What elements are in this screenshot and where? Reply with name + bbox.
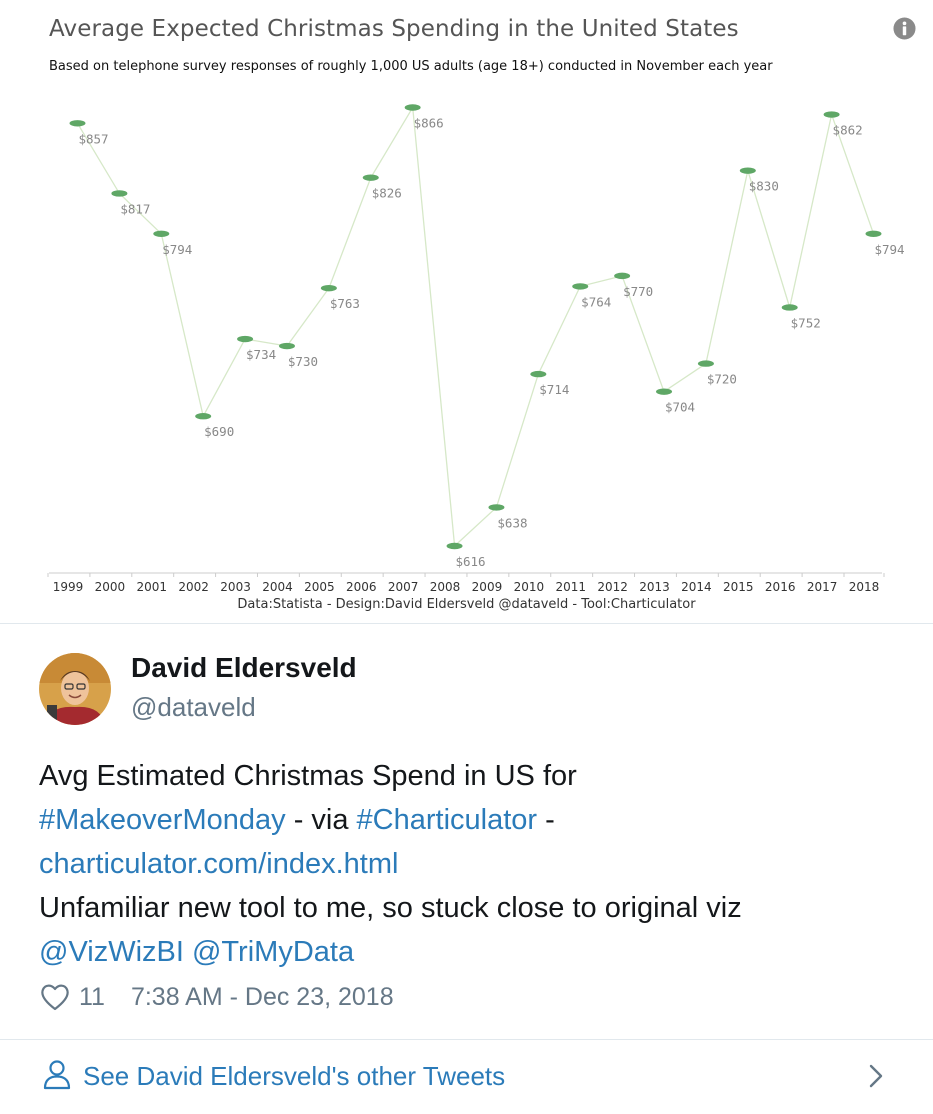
data-point <box>656 388 673 395</box>
author-handle[interactable]: @dataveld <box>131 692 256 723</box>
x-tick-label: 2005 <box>304 580 335 594</box>
x-tick-label: 2018 <box>849 580 880 594</box>
tweet-text-dash: - <box>537 804 555 836</box>
x-tick-label: 2012 <box>597 580 628 594</box>
x-tick-label: 2002 <box>178 580 209 594</box>
data-point <box>195 413 212 420</box>
data-point <box>865 230 882 237</box>
data-label: $720 <box>707 372 737 387</box>
data-point <box>446 542 463 550</box>
data-label: $638 <box>497 515 527 530</box>
x-tick-label: 2004 <box>262 580 293 594</box>
tweet-text-via: - via <box>285 804 357 836</box>
data-label: $763 <box>330 296 360 311</box>
data-point <box>362 174 379 181</box>
divider <box>0 623 933 624</box>
tweet-line: Unfamiliar new tool to me, so stuck clos… <box>39 886 919 930</box>
data-label: $704 <box>665 400 695 415</box>
tweet-url-link[interactable]: charticulator.com/index.html <box>39 848 398 880</box>
data-label: $830 <box>749 179 779 194</box>
x-tick-label: 2001 <box>137 580 168 594</box>
x-tick-label: 2010 <box>514 580 545 594</box>
x-tick-label: 2006 <box>346 580 377 594</box>
data-point <box>823 111 840 118</box>
tweet-line: charticulator.com/index.html <box>39 842 919 886</box>
author-name[interactable]: David Eldersveld <box>131 652 357 684</box>
tweet-meta: 11 7:38 AM - Dec 23, 2018 <box>39 980 394 1014</box>
x-tick-label: 2011 <box>555 580 586 594</box>
x-tick-label: 1999 <box>53 580 84 594</box>
see-other-tweets-label[interactable]: See David Eldersveld's other Tweets <box>83 1061 505 1092</box>
tweet-line: Avg Estimated Christmas Spend in US for <box>39 754 919 798</box>
x-tick-label: 2016 <box>765 580 796 594</box>
avatar[interactable] <box>39 653 111 725</box>
heart-icon[interactable] <box>39 982 71 1012</box>
data-label: $794 <box>874 242 904 257</box>
data-label: $794 <box>162 242 192 257</box>
tweet-line: #MakeoverMonday - via #Charticulator - <box>39 798 919 842</box>
data-label: $616 <box>455 554 485 569</box>
x-tick-label: 2009 <box>472 580 503 594</box>
tweet-line: @VizWizBI @TriMyData <box>39 930 919 974</box>
x-tick-label: 2003 <box>220 580 251 594</box>
tweet-text: Avg Estimated Christmas Spend in US for … <box>39 754 919 974</box>
data-label: $734 <box>246 347 276 362</box>
chart-credit: Data:Statista - Design:David Eldersveld … <box>237 597 696 612</box>
data-label: $770 <box>623 284 653 299</box>
data-point <box>153 230 170 237</box>
data-point <box>404 104 421 111</box>
data-label: $714 <box>539 382 569 397</box>
data-point <box>572 283 589 290</box>
hashtag-makeovermonday[interactable]: #MakeoverMonday <box>39 804 286 836</box>
x-tick-label: 2017 <box>807 580 838 594</box>
data-label: $690 <box>204 424 234 439</box>
x-tick-label: 2013 <box>639 580 670 594</box>
data-point <box>237 335 254 343</box>
data-label: $730 <box>288 354 318 369</box>
x-tick-label: 2015 <box>723 580 754 594</box>
x-tick-label: 2008 <box>430 580 461 594</box>
series-line <box>76 105 875 548</box>
timestamp[interactable]: 7:38 AM - Dec 23, 2018 <box>131 983 394 1012</box>
tweet-text-line: Avg Estimated Christmas Spend in US for <box>39 760 577 792</box>
data-point <box>69 120 86 127</box>
data-point <box>739 167 756 174</box>
data-point <box>697 360 714 367</box>
x-tick-label: 2014 <box>681 580 712 594</box>
x-tick-label: 2000 <box>95 580 126 594</box>
hashtag-charticulator[interactable]: #Charticulator <box>357 804 538 836</box>
x-tick-label: 2007 <box>388 580 419 594</box>
data-label: $866 <box>414 116 444 131</box>
chart-title: Average Expected Christmas Spending in t… <box>49 16 739 42</box>
tweet-text-line: Unfamiliar new tool to me, so stuck clos… <box>39 892 742 924</box>
data-point <box>111 190 128 197</box>
data-point <box>781 304 798 311</box>
data-point <box>320 284 337 292</box>
data-label: $857 <box>78 131 108 146</box>
data-label: $826 <box>372 186 402 201</box>
person-icon <box>43 1060 71 1090</box>
info-icon[interactable] <box>893 17 916 40</box>
chart-subtitle: Based on telephone survey responses of r… <box>49 59 773 74</box>
data-label: $764 <box>581 294 611 309</box>
like-count[interactable]: 11 <box>79 983 105 1012</box>
data-label: $817 <box>120 201 150 216</box>
data-label: $862 <box>833 123 863 138</box>
data-point <box>530 370 547 378</box>
chevron-right-icon[interactable] <box>866 1063 886 1089</box>
data-point <box>278 342 295 350</box>
data-point <box>614 272 631 280</box>
chart-card: $857 1999 $817 2000 $794 2001 $690 2002 $734 2003… <box>0 0 933 623</box>
data-label: $752 <box>791 315 821 330</box>
line-chart: $857 1999 $817 2000 $794 2001 $690 2002 $734 2003… <box>47 104 905 594</box>
data-point <box>488 504 505 511</box>
mention-trimydata[interactable]: @TriMyData <box>192 936 354 968</box>
mention-vizwizbi[interactable]: @VizWizBI <box>39 936 184 968</box>
